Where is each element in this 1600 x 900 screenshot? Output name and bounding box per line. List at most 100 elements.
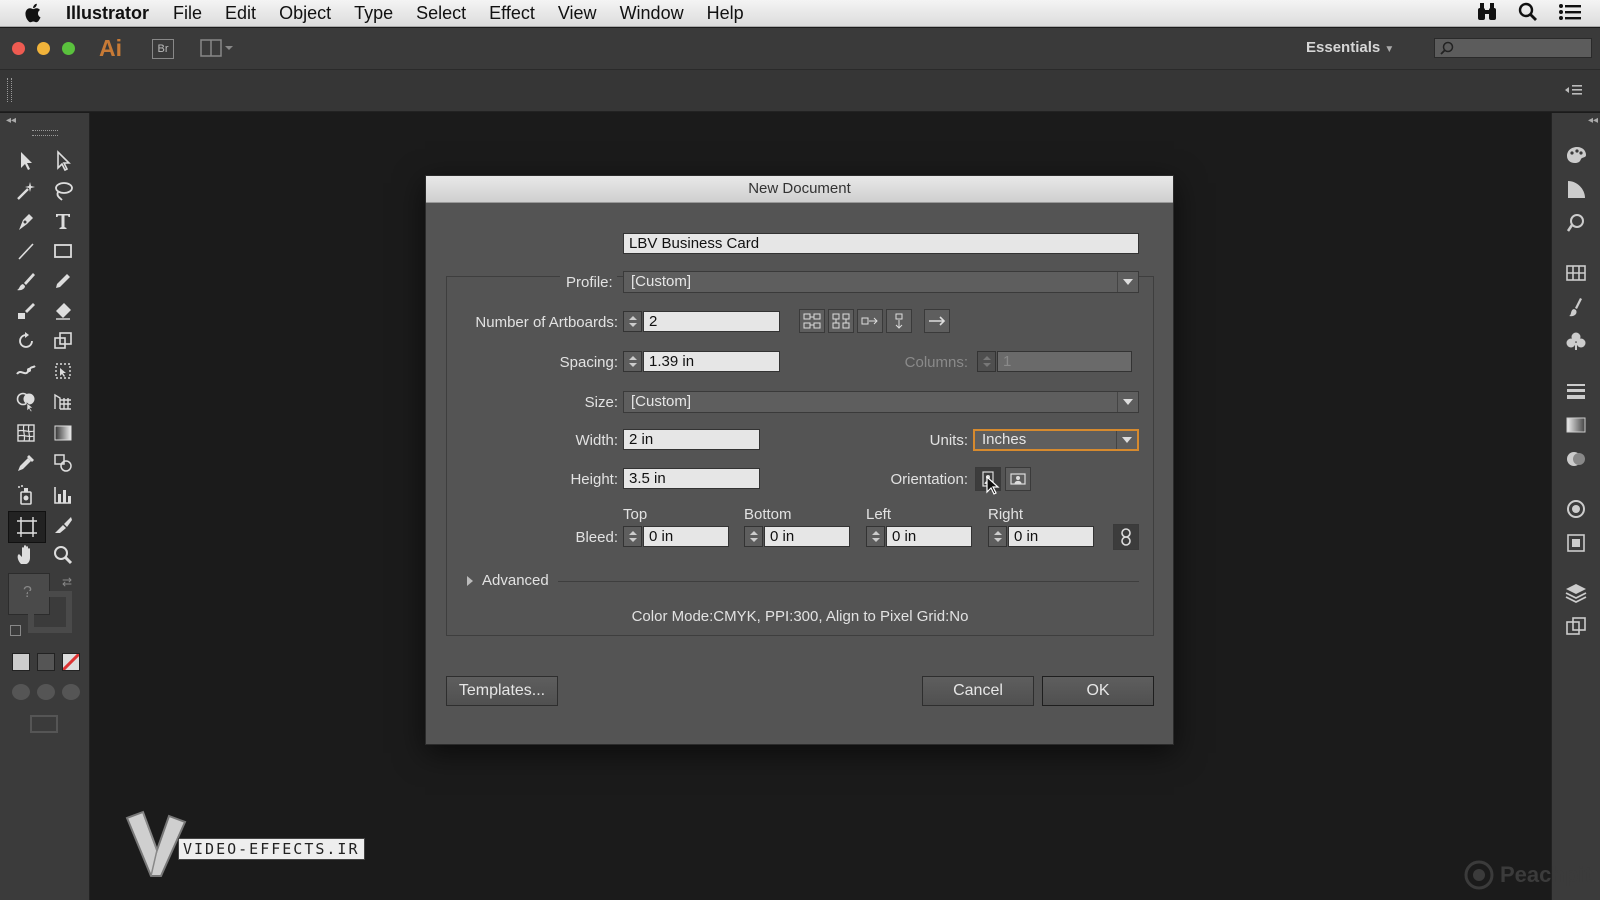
type-tool-icon[interactable]	[48, 207, 78, 235]
color-panel-icon[interactable]	[1564, 143, 1588, 167]
free-transform-tool-icon[interactable]	[48, 357, 78, 385]
binoculars-icon[interactable]	[1476, 2, 1498, 27]
appearance-panel-icon[interactable]	[1564, 497, 1588, 521]
control-panel-grip[interactable]	[7, 78, 12, 102]
color-mode-button[interactable]	[12, 653, 30, 671]
menu-help[interactable]: Help	[707, 3, 744, 24]
document-name-input[interactable]: LBV Business Card	[623, 233, 1139, 254]
width-input[interactable]: 2 in	[623, 429, 760, 450]
scale-tool-icon[interactable]	[48, 327, 78, 355]
minimize-window-button[interactable]	[37, 42, 50, 55]
bleed-bottom-stepper[interactable]	[744, 526, 763, 547]
bleed-bottom-input[interactable]: 0 in	[764, 526, 850, 547]
symbol-sprayer-tool-icon[interactable]	[11, 481, 41, 509]
gradient-tool-icon[interactable]	[48, 419, 78, 447]
zoom-tool-icon[interactable]	[48, 541, 78, 569]
selection-tool-icon[interactable]	[11, 147, 41, 175]
landscape-orientation-button[interactable]	[1005, 467, 1031, 491]
artboards-stepper[interactable]	[623, 311, 642, 332]
expand-panels-icon[interactable]: ◂◂	[1588, 115, 1598, 126]
pen-tool-icon[interactable]	[11, 207, 41, 235]
pencil-tool-icon[interactable]	[48, 267, 78, 295]
rectangle-tool-icon[interactable]	[48, 237, 78, 265]
menu-window[interactable]: Window	[620, 3, 684, 24]
notification-list-icon[interactable]	[1558, 2, 1582, 27]
menu-type[interactable]: Type	[354, 3, 393, 24]
cancel-button[interactable]: Cancel	[922, 676, 1034, 706]
collapse-panel-icon[interactable]: ◂◂	[6, 115, 16, 126]
grid-by-column-button[interactable]	[828, 309, 854, 333]
brushes-panel-icon[interactable]	[1564, 295, 1588, 319]
help-search-input[interactable]	[1434, 38, 1592, 58]
menu-edit[interactable]: Edit	[225, 3, 256, 24]
stroke-color-swatch[interactable]	[28, 591, 72, 633]
width-tool-icon[interactable]	[11, 357, 41, 385]
shape-builder-tool-icon[interactable]	[11, 387, 41, 415]
units-select[interactable]: Inches	[973, 429, 1139, 451]
ok-button[interactable]: OK	[1042, 676, 1154, 706]
lasso-tool-icon[interactable]	[48, 177, 78, 205]
app-menu[interactable]: Illustrator	[66, 3, 149, 24]
menu-file[interactable]: File	[173, 3, 202, 24]
panel-menu-icon[interactable]	[1564, 82, 1584, 103]
artboards-input[interactable]: 2	[643, 311, 780, 332]
menu-view[interactable]: View	[558, 3, 597, 24]
swap-fill-stroke-icon[interactable]: ⇄	[62, 575, 72, 589]
grid-by-row-button[interactable]	[799, 309, 825, 333]
bleed-left-stepper[interactable]	[866, 526, 885, 547]
menu-object[interactable]: Object	[279, 3, 331, 24]
symbols-panel-icon[interactable]	[1564, 329, 1588, 353]
layers-panel-icon[interactable]	[1564, 581, 1588, 605]
rotate-tool-icon[interactable]	[11, 327, 41, 355]
draw-behind-icon[interactable]	[37, 684, 55, 700]
line-segment-tool-icon[interactable]	[11, 237, 41, 265]
arrange-documents-button[interactable]	[200, 39, 234, 57]
direct-selection-tool-icon[interactable]	[48, 147, 78, 175]
eraser-tool-icon[interactable]	[48, 297, 78, 325]
column-graph-tool-icon[interactable]	[48, 481, 78, 509]
spacing-stepper[interactable]	[623, 351, 642, 372]
none-mode-button[interactable]	[62, 653, 80, 671]
menu-select[interactable]: Select	[416, 3, 466, 24]
kuler-panel-icon[interactable]	[1564, 211, 1588, 235]
bleed-top-input[interactable]: 0 in	[643, 526, 729, 547]
screen-mode-icon[interactable]	[30, 715, 58, 733]
gradient-panel-icon[interactable]	[1564, 413, 1588, 437]
spotlight-search-icon[interactable]	[1518, 2, 1538, 27]
slice-tool-icon[interactable]	[48, 511, 78, 539]
arrange-by-column-button[interactable]	[886, 309, 912, 333]
zoom-window-button[interactable]	[62, 42, 75, 55]
hand-tool-icon[interactable]	[11, 541, 41, 569]
tools-panel-grip[interactable]	[32, 130, 58, 136]
mesh-tool-icon[interactable]	[11, 419, 41, 447]
transparency-panel-icon[interactable]	[1564, 447, 1588, 471]
apple-icon[interactable]	[22, 1, 46, 25]
gradient-mode-button[interactable]	[37, 653, 55, 671]
artboard-tool-icon[interactable]	[8, 511, 46, 543]
size-select[interactable]: [Custom]	[623, 391, 1139, 413]
height-input[interactable]: 3.5 in	[623, 468, 760, 489]
graphic-styles-panel-icon[interactable]	[1564, 531, 1588, 555]
bleed-right-stepper[interactable]	[988, 526, 1007, 547]
templates-button[interactable]: Templates...	[446, 676, 558, 706]
profile-select[interactable]: [Custom]	[623, 271, 1139, 293]
blend-tool-icon[interactable]	[48, 449, 78, 477]
eyedropper-tool-icon[interactable]	[11, 449, 41, 477]
draw-inside-icon[interactable]	[62, 684, 80, 700]
workspace-switcher[interactable]: Essentials ▼	[1306, 39, 1394, 56]
bleed-right-input[interactable]: 0 in	[1008, 526, 1094, 547]
menu-effect[interactable]: Effect	[489, 3, 535, 24]
arrange-by-row-button[interactable]	[857, 309, 883, 333]
bleed-top-stepper[interactable]	[623, 526, 642, 547]
perspective-grid-tool-icon[interactable]	[48, 387, 78, 415]
magic-wand-tool-icon[interactable]	[11, 177, 41, 205]
artboards-panel-icon[interactable]	[1564, 615, 1588, 639]
spacing-input[interactable]: 1.39 in	[643, 351, 780, 372]
close-window-button[interactable]	[12, 42, 25, 55]
stroke-panel-icon[interactable]	[1564, 379, 1588, 403]
paintbrush-tool-icon[interactable]	[11, 267, 41, 295]
advanced-toggle[interactable]: Advanced	[466, 572, 549, 589]
bleed-left-input[interactable]: 0 in	[886, 526, 972, 547]
swatches-panel-icon[interactable]	[1564, 261, 1588, 285]
color-guide-panel-icon[interactable]	[1564, 177, 1588, 201]
